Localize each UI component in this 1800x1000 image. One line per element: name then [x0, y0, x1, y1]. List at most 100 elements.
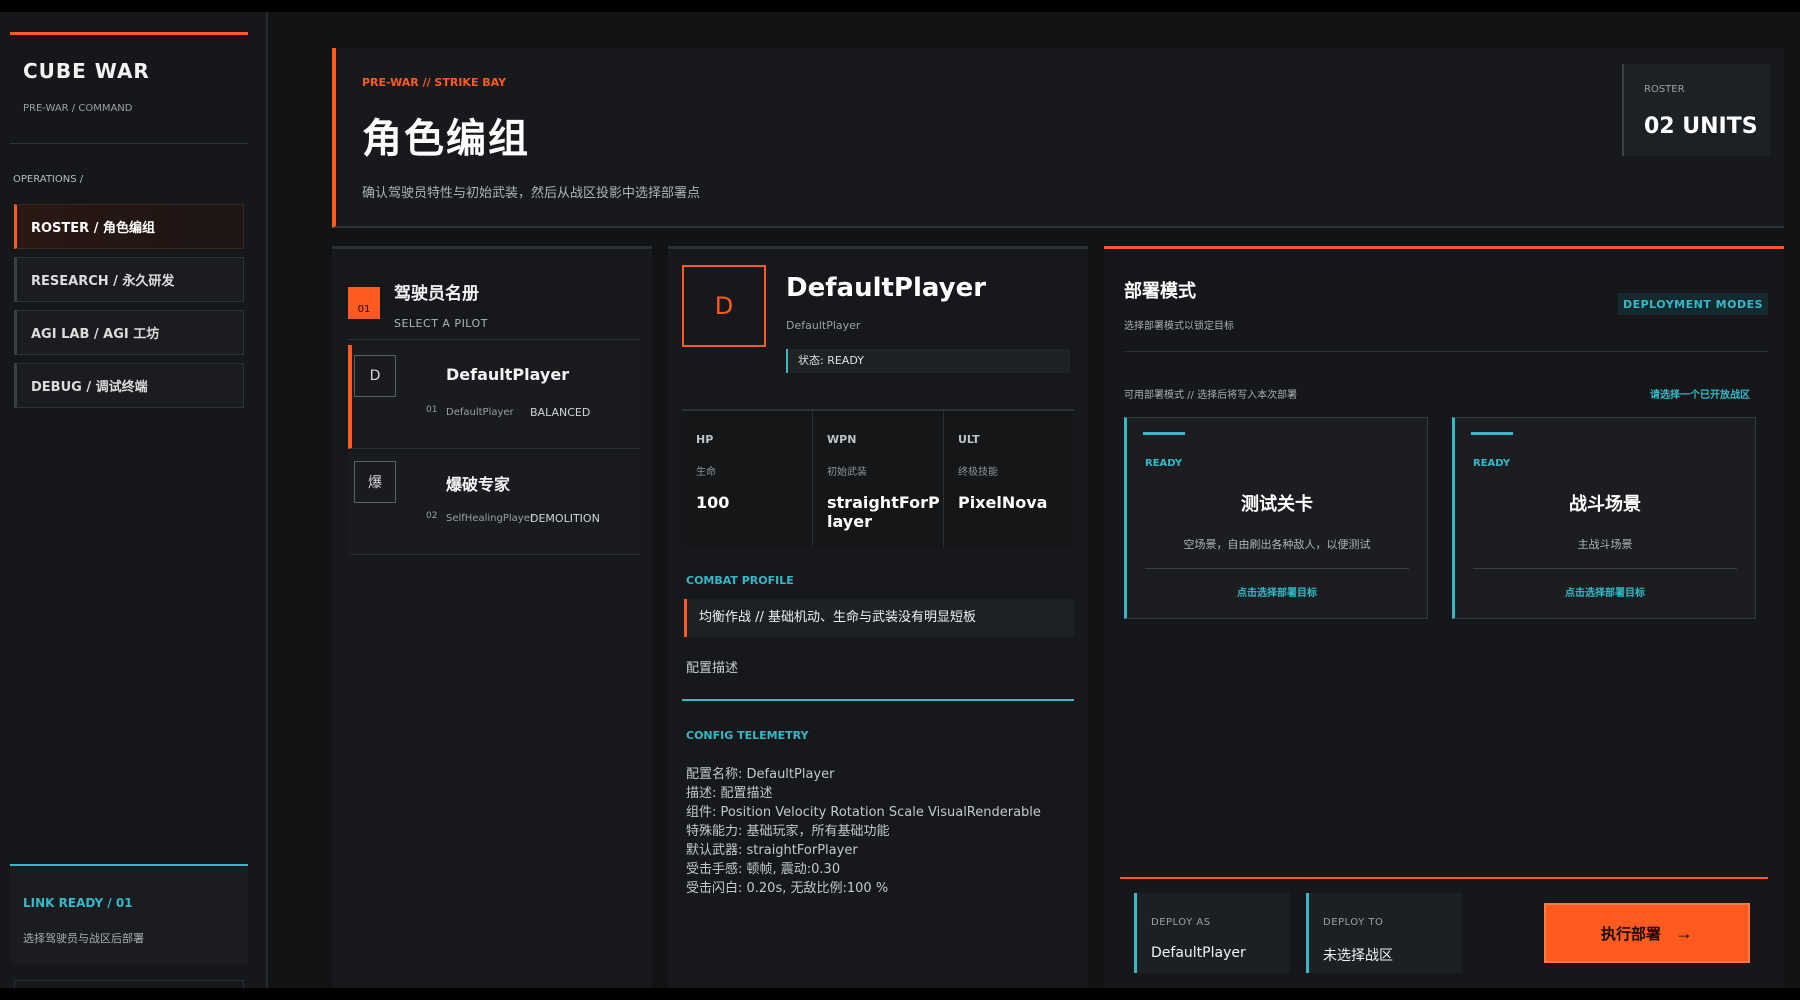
select-zone-hint: 请选择一个已开放战区	[1650, 390, 1750, 401]
pilot-details-panel: D DefaultPlayer DefaultPlayer 状态: READY …	[668, 246, 1088, 988]
selected-pilot-avatar: D	[682, 265, 766, 347]
mode-description: 主战斗场景	[1577, 538, 1633, 551]
stat-wpn: WPN 初始武装 straightForPlayer	[813, 411, 944, 547]
divider	[1124, 351, 1768, 352]
mode-name: 测试关卡	[1241, 494, 1313, 515]
operations-label: OPERATIONS /	[13, 174, 84, 185]
brand-subtitle: PRE-WAR / COMMAND	[23, 103, 133, 114]
mode-select-link[interactable]: 点击选择部署目标	[1127, 584, 1427, 599]
sidebar-item-research[interactable]: RESEARCH / 永久研发	[14, 257, 244, 302]
pilot-row-defaultplayer[interactable]: D DefaultPlayer 01 DefaultPlayer BALANCE…	[348, 345, 640, 449]
mode-card-battle-scene[interactable]: READY 战斗场景 主战斗场景 点击选择部署目标	[1452, 417, 1756, 619]
pilot-avatar: 爆	[354, 461, 396, 503]
execute-deploy-button[interactable]: 执行部署 →	[1544, 903, 1750, 963]
mode-ready-badge: READY	[1145, 458, 1183, 469]
mode-ready-badge: READY	[1473, 458, 1511, 469]
deploy-as-box: DEPLOY AS DefaultPlayer	[1134, 893, 1290, 973]
telemetry-line: 特殊能力: 基础玩家，所有基础功能	[686, 824, 890, 839]
pilot-index: 01	[426, 405, 438, 415]
pilot-role: DEMOLITION	[530, 512, 600, 525]
stat-key-zh: 生命	[696, 467, 716, 478]
mode-card-test-level[interactable]: READY 测试关卡 空场景，自由刷出各种敌人，以便测试 点击选择部署目标	[1124, 417, 1428, 619]
stat-value: PixelNova	[958, 493, 1048, 512]
stat-key: ULT	[958, 433, 980, 446]
stat-key-zh: 终极技能	[958, 467, 998, 478]
pilot-avatar: D	[354, 355, 396, 397]
sidebar-item-agi-lab[interactable]: AGI LAB / AGI 工坊	[14, 310, 244, 355]
sidebar: CUBE WAR PRE-WAR / COMMAND OPERATIONS / …	[0, 12, 268, 1000]
top-bar	[0, 0, 1800, 12]
pilot-name: 爆破专家	[446, 475, 511, 494]
config-telemetry-label: CONFIG TELEMETRY	[686, 729, 809, 742]
pilot-name: DefaultPlayer	[446, 365, 570, 384]
combat-profile-text: 均衡作战 // 基础机动、生命与武装没有明显短板	[684, 599, 1074, 637]
deploy-to-box: DEPLOY TO 未选择战区	[1306, 893, 1462, 973]
stat-key: HP	[696, 433, 714, 446]
deploy-to-label: DEPLOY TO	[1323, 917, 1384, 928]
stats-grid: HP 生命 100 WPN 初始武装 straightForPlayer ULT…	[682, 409, 1074, 547]
mode-description: 空场景，自由刷出各种敌人，以便测试	[1183, 538, 1371, 551]
pilot-class: SelfHealingPlayer	[446, 513, 534, 524]
link-status-panel: LINK READY / 01 选择驾驶员与战区后部署	[10, 864, 248, 964]
page-title: 角色编组	[362, 116, 530, 162]
combat-profile-label: COMBAT PROFILE	[686, 574, 794, 587]
config-description: 配置描述	[686, 661, 739, 676]
deploy-as-label: DEPLOY AS	[1151, 917, 1211, 928]
roster-label: ROSTER	[1644, 84, 1685, 95]
arrow-right-icon: →	[1675, 922, 1693, 943]
sidebar-item-debug[interactable]: DEBUG / 调试终端	[14, 363, 244, 408]
header-kicker: PRE-WAR // STRIKE BAY	[362, 76, 507, 89]
pilot-registry-subtitle: SELECT A PILOT	[394, 317, 488, 330]
stat-value: straightForPlayer	[827, 493, 940, 531]
sidebar-item-roster[interactable]: ROSTER / 角色编组	[14, 204, 244, 249]
link-status-subtitle: 选择驾驶员与战区后部署	[23, 932, 144, 945]
telemetry-line: 受击手感: 顿帧, 震动:0.30	[686, 862, 841, 877]
page-header: PRE-WAR // STRIKE BAY 角色编组 确认驾驶员特性与初始武装，…	[332, 48, 1784, 228]
selected-pilot-name: DefaultPlayer	[786, 273, 987, 303]
deployment-subtitle: 选择部署模式以锁定目标	[1124, 321, 1234, 332]
pilot-index: 02	[426, 511, 438, 521]
deployment-modes-badge: DEPLOYMENT MODES	[1618, 293, 1768, 315]
telemetry-line: 受击闪白: 0.20s, 无敌比例:100 %	[686, 881, 889, 896]
deploy-to-value: 未选择战区	[1323, 948, 1393, 964]
deploy-as-value: DefaultPlayer	[1151, 945, 1246, 961]
stat-key-zh: 初始武装	[827, 467, 867, 478]
sidebar-nav: ROSTER / 角色编组 RESEARCH / 永久研发 AGI LAB / …	[14, 204, 244, 416]
pilot-role: BALANCED	[530, 406, 591, 419]
page-description: 确认驾驶员特性与初始武装，然后从战区投影中选择部署点	[362, 186, 701, 201]
link-status-title: LINK READY / 01	[23, 896, 133, 910]
stat-ult: ULT 终极技能 PixelNova	[944, 411, 1074, 547]
roster-value: 02 UNITS	[1644, 114, 1758, 139]
brand-block: CUBE WAR PRE-WAR / COMMAND	[10, 32, 248, 144]
app-root: CUBE WAR PRE-WAR / COMMAND OPERATIONS / …	[0, 0, 1800, 1000]
divider	[1145, 568, 1409, 569]
stat-value: 100	[696, 493, 730, 512]
execute-deploy-label: 执行部署	[1600, 925, 1661, 943]
mode-accent	[1143, 432, 1185, 435]
telemetry-line: 默认武器: straightForPlayer	[686, 843, 858, 858]
deployment-panel: 部署模式 选择部署模式以锁定目标 DEPLOYMENT MODES 可用部署模式…	[1104, 246, 1784, 988]
pilot-registry-title: 驾驶员名册	[394, 284, 479, 304]
telemetry-line: 组件: Position Velocity Rotation Scale Vis…	[686, 805, 1041, 820]
config-telemetry-list: 配置名称: DefaultPlayer 描述: 配置描述 组件: Positio…	[686, 765, 1078, 898]
divider	[348, 339, 640, 340]
status-badge: 状态: READY	[786, 349, 1070, 373]
brand-title: CUBE WAR	[23, 59, 150, 83]
selected-pilot-class: DefaultPlayer	[786, 319, 861, 332]
mode-select-link[interactable]: 点击选择部署目标	[1455, 584, 1755, 599]
mode-accent	[1471, 432, 1513, 435]
pilot-class: DefaultPlayer	[446, 407, 514, 418]
deploy-footer-rule	[1120, 877, 1768, 879]
pilot-row-demolition[interactable]: 爆 爆破专家 02 SelfHealingPlayer DEMOLITION	[348, 451, 640, 555]
pilot-registry-panel: 01 驾驶员名册 SELECT A PILOT D DefaultPlayer …	[332, 246, 652, 988]
stat-hp: HP 生命 100	[682, 411, 813, 547]
available-modes-label: 可用部署模式 // 选择后将写入本次部署	[1124, 390, 1298, 401]
divider	[682, 699, 1074, 701]
stat-key: WPN	[827, 433, 857, 446]
telemetry-line: 配置名称: DefaultPlayer	[686, 767, 835, 782]
roster-counter: ROSTER 02 UNITS	[1622, 64, 1770, 156]
section-number-badge: 01	[348, 287, 380, 319]
bottom-bar	[0, 988, 1800, 1000]
deployment-title: 部署模式	[1124, 281, 1196, 302]
telemetry-line: 描述: 配置描述	[686, 786, 773, 801]
